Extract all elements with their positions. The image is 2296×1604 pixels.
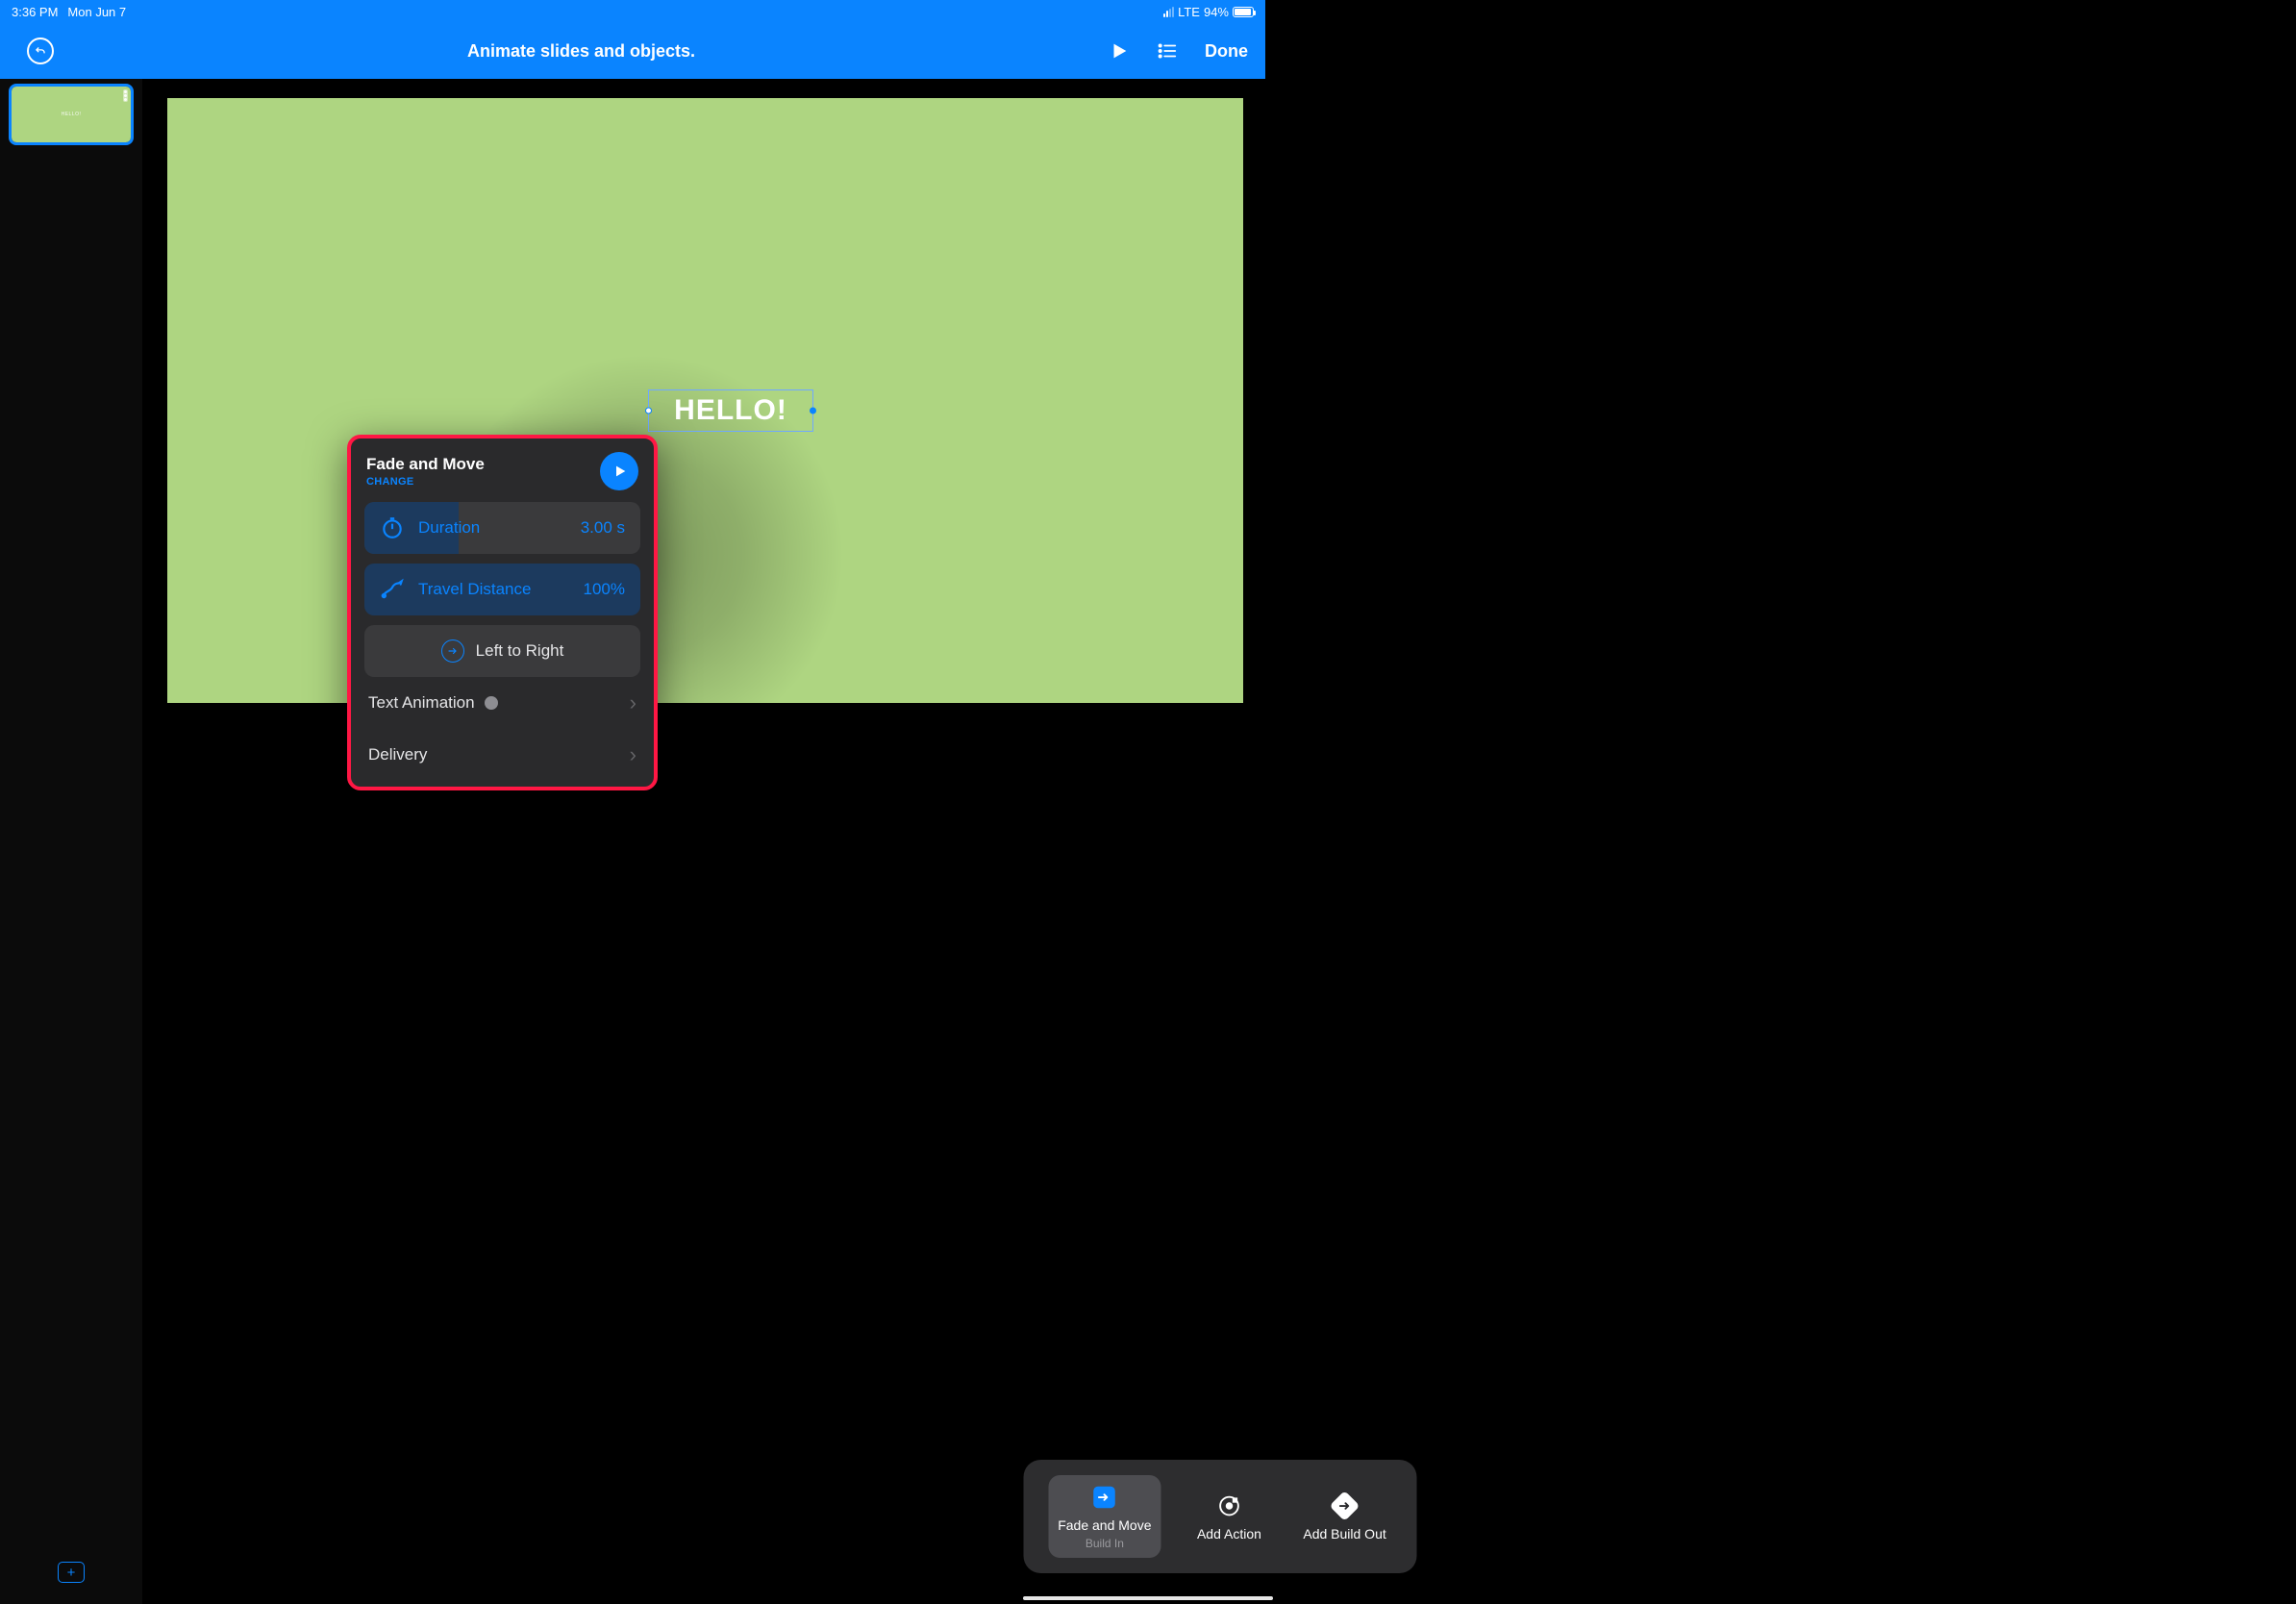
duration-value: 3.00 s xyxy=(581,518,625,538)
duration-row[interactable]: Duration 3.00 s xyxy=(364,502,640,554)
thumb-text: HELLO! xyxy=(62,112,82,117)
resize-handle-left[interactable] xyxy=(645,408,652,414)
done-button[interactable]: Done xyxy=(1205,41,1248,62)
play-button[interactable] xyxy=(1109,40,1130,62)
signal-icon xyxy=(1163,7,1174,17)
status-carrier: LTE xyxy=(1178,5,1200,19)
arrow-right-icon xyxy=(441,639,464,663)
distance-value: 100% xyxy=(584,580,625,599)
status-time: 3:36 PM xyxy=(12,5,58,19)
text-object-hello[interactable]: HELLO! xyxy=(648,389,813,432)
status-battery: 94% xyxy=(1204,5,1229,19)
build-in-icon xyxy=(1090,1483,1119,1512)
change-effect-button[interactable]: CHANGE xyxy=(366,476,485,488)
slide-navigator: 1 HELLO! + xyxy=(0,79,142,1604)
home-indicator[interactable] xyxy=(1023,1596,1273,1600)
slide-thumbnail-1[interactable]: 1 HELLO! xyxy=(9,84,134,145)
text-animation-row[interactable]: Text Animation › xyxy=(351,677,654,729)
travel-distance-row[interactable]: Travel Distance 100% xyxy=(364,564,640,615)
direction-row[interactable]: Left to Right xyxy=(364,625,640,677)
add-build-out-label: Add Build Out xyxy=(1303,1526,1385,1541)
toolbar-title: Animate slides and objects. xyxy=(467,41,695,62)
duration-label: Duration xyxy=(418,518,567,538)
workspace: 1 HELLO! + HELLO! Fade xyxy=(0,79,2296,1604)
text-animation-label: Text Animation xyxy=(368,693,475,713)
build-in-label: Fade and Move xyxy=(1058,1517,1151,1533)
thumb-build-indicator xyxy=(123,89,128,102)
add-action-button[interactable]: Add Action xyxy=(1191,1484,1267,1549)
distance-label: Travel Distance xyxy=(418,580,570,599)
direction-label: Left to Right xyxy=(476,641,564,661)
build-out-icon xyxy=(1331,1491,1360,1520)
popover-title: Fade and Move xyxy=(366,455,485,474)
undo-button[interactable] xyxy=(27,38,54,64)
build-in-tile[interactable]: Fade and Move Build In xyxy=(1048,1475,1160,1558)
chevron-right-icon: › xyxy=(630,690,636,715)
animation-popover: Fade and Move CHANGE Duration 3.00 s Tra… xyxy=(347,435,658,790)
toolbar: Animate slides and objects. Done xyxy=(0,23,1265,79)
slide-canvas[interactable]: HELLO! xyxy=(167,98,1243,703)
text-anim-indicator-icon xyxy=(485,696,498,710)
add-slide-button[interactable]: + xyxy=(58,1562,85,1583)
resize-handle-right[interactable] xyxy=(810,408,816,414)
action-icon xyxy=(1214,1491,1243,1520)
stopwatch-icon xyxy=(380,515,405,540)
add-action-label: Add Action xyxy=(1197,1526,1261,1541)
battery-icon xyxy=(1233,7,1254,17)
status-bar: 3:36 PM Mon Jun 7 LTE 94% xyxy=(0,0,1265,23)
canvas-holder: HELLO! Fade and Move Build In Add Action xyxy=(144,79,2296,1604)
delivery-row[interactable]: Delivery › xyxy=(351,729,654,781)
build-in-sublabel: Build In xyxy=(1086,1537,1124,1550)
chevron-right-icon: › xyxy=(630,742,636,767)
path-icon xyxy=(380,577,405,602)
delivery-label: Delivery xyxy=(368,745,427,764)
build-bar: Fade and Move Build In Add Action Add Bu… xyxy=(1024,1460,1417,1573)
status-date: Mon Jun 7 xyxy=(67,5,126,19)
build-order-button[interactable] xyxy=(1157,40,1178,62)
preview-play-button[interactable] xyxy=(600,452,638,490)
text-object-content: HELLO! xyxy=(674,394,787,427)
add-build-out-button[interactable]: Add Build Out xyxy=(1297,1484,1391,1549)
